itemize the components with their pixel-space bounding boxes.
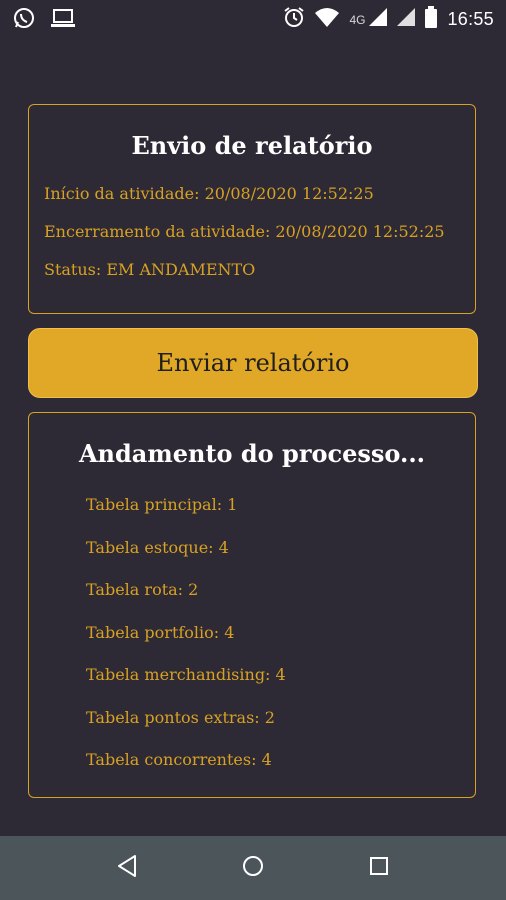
whatsapp-icon — [12, 6, 36, 35]
progress-item: Tabela rota: 2 — [86, 580, 199, 599]
progress-item: Tabela concorrentes: 4 — [86, 750, 272, 769]
signal-icon — [397, 8, 416, 31]
status-right-icons: 4G 16:55 — [283, 6, 494, 33]
progress-item: Tabela merchandising: 4 — [86, 665, 286, 684]
status-bar: 4G 16:55 — [0, 0, 506, 36]
activity-end: Encerramento da atividade: 20/08/2020 12… — [44, 222, 445, 241]
progress-item: Tabela estoque: 4 — [86, 538, 229, 557]
laptop-icon — [50, 7, 76, 34]
activity-status: Status: EM ANDAMENTO — [44, 260, 256, 279]
alarm-icon — [283, 6, 305, 33]
signal-icon — [369, 8, 388, 31]
back-icon — [116, 854, 138, 882]
recent-apps-button[interactable] — [365, 854, 393, 882]
home-button[interactable] — [239, 854, 267, 882]
progress-card-title: Andamento do processo... — [78, 439, 426, 468]
activity-start: Início da atividade: 20/08/2020 12:52:25 — [44, 184, 374, 203]
back-button[interactable] — [113, 854, 141, 882]
status-left-icons — [12, 6, 76, 35]
progress-item: Tabela portfolio: 4 — [86, 623, 235, 642]
report-card: Envio de relatório — [28, 104, 476, 314]
home-icon — [241, 854, 265, 882]
progress-card: Andamento do processo... — [28, 412, 476, 798]
report-card-title: Envio de relatório — [131, 131, 373, 160]
wifi-icon — [315, 7, 340, 32]
progress-item: Tabela principal: 1 — [86, 495, 238, 514]
navigation-bar — [0, 836, 506, 900]
battery-icon — [425, 6, 438, 33]
send-report-button[interactable]: Enviar relatório — [28, 328, 478, 398]
clock: 16:55 — [447, 9, 494, 29]
app-screen: 4G 16:55 Envio de relatório Início da at… — [0, 0, 506, 900]
recent-apps-icon — [368, 855, 390, 881]
network-type-label: 4G — [349, 12, 366, 27]
progress-item: Tabela pontos extras: 2 — [86, 708, 275, 727]
